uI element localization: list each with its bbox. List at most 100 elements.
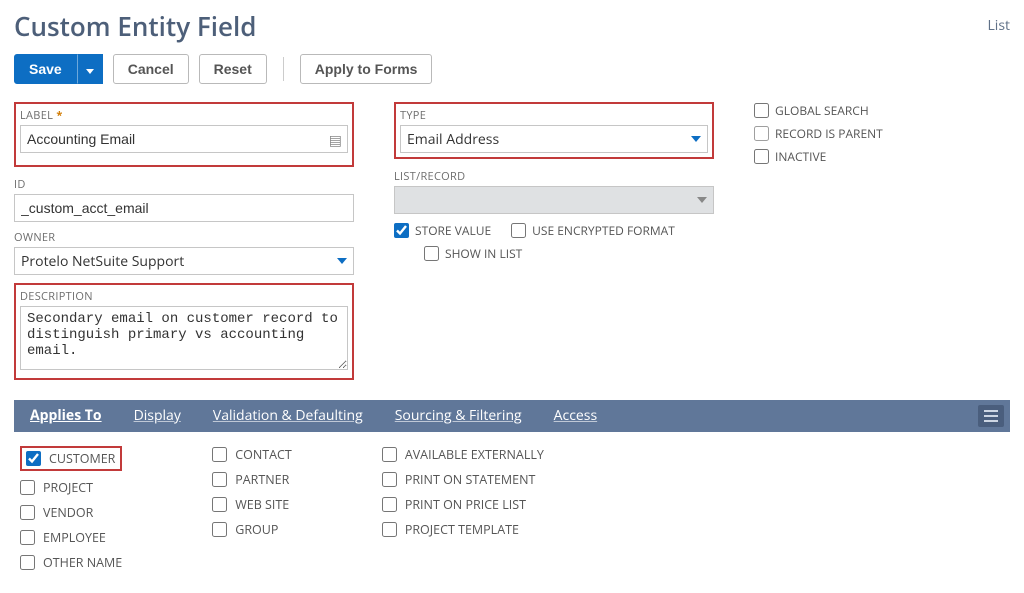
action-bar: Save Cancel Reset Apply to Forms (14, 54, 1010, 84)
tab-bar: Applies To Display Validation & Defaulti… (14, 400, 1010, 432)
autofill-icon[interactable]: ▤ (329, 131, 342, 150)
applies-col-2: CONTACT PARTNER WEB SITE GROUP (212, 446, 292, 571)
inactive-checkbox[interactable] (754, 149, 769, 164)
use-encrypted-checkbox[interactable] (511, 223, 526, 238)
applies-group-row[interactable]: GROUP (212, 521, 292, 538)
tab-display[interactable]: Display (118, 400, 197, 432)
inactive-label: INACTIVE (775, 148, 826, 165)
chevron-down-icon (697, 197, 707, 203)
label-input[interactable] (20, 125, 348, 153)
applies-vendor-row[interactable]: VENDOR (20, 504, 122, 521)
type-field-highlight: TYPE Email Address (394, 102, 714, 159)
applies-to-panel: CUSTOMERPROJECTVENDOREMPLOYEEOTHER NAME … (14, 432, 1010, 585)
applies-other_name-row[interactable]: OTHER NAME (20, 554, 122, 571)
label-field-highlight: LABEL ▤ (14, 102, 354, 167)
applies-col-3: AVAILABLE EXTERNALLY PRINT ON STATEMENT PR… (382, 446, 544, 571)
applies-partner-checkbox[interactable] (212, 472, 227, 487)
applies-customer-row[interactable]: CUSTOMER (26, 450, 115, 467)
applies-print_price-checkbox[interactable] (382, 497, 397, 512)
applies-customer-label: CUSTOMER (49, 450, 115, 467)
applies-partner-row[interactable]: PARTNER (212, 471, 292, 488)
applies-print_price-row[interactable]: PRINT ON PRICE LIST (382, 496, 544, 513)
inactive-row[interactable]: INACTIVE (754, 148, 954, 165)
tab-access[interactable]: Access (538, 400, 613, 432)
show-in-list-row[interactable]: SHOW IN LIST (424, 245, 714, 262)
tab-menu-icon[interactable] (978, 405, 1004, 427)
listrecord-field-label: LIST/RECORD (394, 169, 714, 184)
applies-web_site-checkbox[interactable] (212, 497, 227, 512)
applies-proj_template-checkbox[interactable] (382, 522, 397, 537)
description-field-label: DESCRIPTION (20, 289, 348, 304)
applies-project-row[interactable]: PROJECT (20, 479, 122, 496)
applies-project-label: PROJECT (43, 479, 93, 496)
type-field-label: TYPE (400, 108, 708, 123)
applies-other_name-checkbox[interactable] (20, 555, 35, 570)
applies-print_price-label: PRINT ON PRICE LIST (405, 496, 526, 513)
save-button[interactable]: Save (14, 54, 77, 84)
global-search-checkbox[interactable] (754, 103, 769, 118)
applies-group-checkbox[interactable] (212, 522, 227, 537)
applies-contact-row[interactable]: CONTACT (212, 446, 292, 463)
use-encrypted-label: USE ENCRYPTED FORMAT (532, 222, 675, 239)
applies-print_stmt-row[interactable]: PRINT ON STATEMENT (382, 471, 544, 488)
page-title: Custom Entity Field (14, 8, 256, 44)
caret-down-icon (86, 69, 94, 74)
label-field-label: LABEL (20, 108, 348, 123)
applies-other_name-label: OTHER NAME (43, 554, 122, 571)
applies-vendor-checkbox[interactable] (20, 505, 35, 520)
applies-project-checkbox[interactable] (20, 480, 35, 495)
applies-employee-row[interactable]: EMPLOYEE (20, 529, 122, 546)
tab-applies-to[interactable]: Applies To (14, 400, 118, 432)
record-is-parent-row[interactable]: RECORD IS PARENT (754, 125, 954, 142)
id-field-label: ID (14, 177, 354, 192)
applies-employee-label: EMPLOYEE (43, 529, 106, 546)
applies-col-1: CUSTOMER PROJECT VENDOR EMPLOYEE OTHER NAME (20, 446, 122, 571)
tab-validation[interactable]: Validation & Defaulting (197, 400, 379, 432)
id-input[interactable] (14, 194, 354, 222)
applies-web_site-label: WEB SITE (235, 496, 289, 513)
record-is-parent-checkbox[interactable] (754, 126, 769, 141)
applies-proj_template-row[interactable]: PROJECT TEMPLATE (382, 521, 544, 538)
type-select[interactable]: Email Address (400, 125, 708, 153)
store-value-row[interactable]: STORE VALUE (394, 222, 491, 239)
chevron-down-icon (337, 258, 347, 264)
show-in-list-checkbox[interactable] (424, 246, 439, 261)
description-field-highlight: DESCRIPTION (14, 283, 354, 380)
global-search-row[interactable]: GLOBAL SEARCH (754, 102, 954, 119)
description-textarea[interactable] (20, 306, 348, 370)
applies-contact-checkbox[interactable] (212, 447, 227, 462)
save-split-button: Save (14, 54, 103, 84)
use-encrypted-row[interactable]: USE ENCRYPTED FORMAT (511, 222, 675, 239)
applies-customer-highlight: CUSTOMER (20, 446, 122, 471)
apply-to-forms-button[interactable]: Apply to Forms (300, 54, 433, 84)
tab-sourcing[interactable]: Sourcing & Filtering (379, 400, 538, 432)
applies-proj_template-label: PROJECT TEMPLATE (405, 521, 519, 538)
applies-print_stmt-checkbox[interactable] (382, 472, 397, 487)
show-in-list-label: SHOW IN LIST (445, 245, 522, 262)
cancel-button[interactable]: Cancel (113, 54, 189, 84)
applies-web_site-row[interactable]: WEB SITE (212, 496, 292, 513)
save-menu-caret[interactable] (77, 54, 103, 84)
action-separator (283, 57, 284, 81)
applies-group-label: GROUP (235, 521, 278, 538)
store-value-label: STORE VALUE (415, 222, 491, 239)
owner-select-value: Protelo NetSuite Support (21, 252, 184, 271)
owner-select[interactable]: Protelo NetSuite Support (14, 247, 354, 275)
owner-field-label: OWNER (14, 230, 354, 245)
listrecord-select (394, 186, 714, 214)
applies-print_stmt-label: PRINT ON STATEMENT (405, 471, 536, 488)
applies-vendor-label: VENDOR (43, 504, 93, 521)
record-is-parent-label: RECORD IS PARENT (775, 125, 883, 142)
applies-contact-label: CONTACT (235, 446, 292, 463)
list-link[interactable]: List (987, 8, 1010, 35)
applies-avail_ext-row[interactable]: AVAILABLE EXTERNALLY (382, 446, 544, 463)
applies-employee-checkbox[interactable] (20, 530, 35, 545)
store-value-checkbox[interactable] (394, 223, 409, 238)
reset-button[interactable]: Reset (199, 54, 267, 84)
applies-avail_ext-label: AVAILABLE EXTERNALLY (405, 446, 544, 463)
applies-customer-checkbox[interactable] (26, 451, 41, 466)
chevron-down-icon (691, 136, 701, 142)
applies-partner-label: PARTNER (235, 471, 289, 488)
applies-avail_ext-checkbox[interactable] (382, 447, 397, 462)
global-search-label: GLOBAL SEARCH (775, 102, 869, 119)
